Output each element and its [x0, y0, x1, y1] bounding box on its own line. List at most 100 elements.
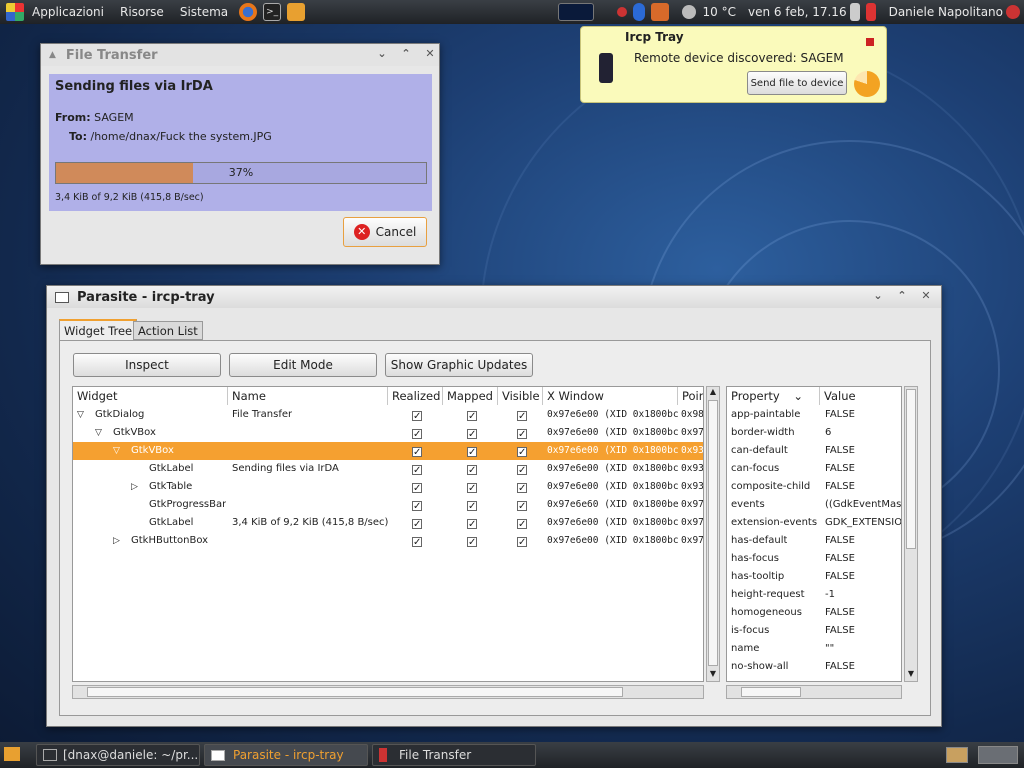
- close-icon[interactable]: ✕: [421, 47, 439, 63]
- table-row[interactable]: GtkLabel 3,4 KiB of 9,2 KiB (415,8 B/sec)…: [73, 514, 703, 534]
- expander-icon[interactable]: ▷: [113, 532, 120, 550]
- expander-icon[interactable]: ▽: [77, 406, 84, 424]
- irda-icon[interactable]: [616, 7, 627, 17]
- property-row[interactable]: border-width 6: [727, 424, 901, 442]
- edit-mode-button[interactable]: Edit Mode: [229, 353, 377, 377]
- property-row[interactable]: has-focus FALSE: [727, 550, 901, 568]
- widget-cell: GtkLabel: [149, 517, 194, 528]
- realized-checkbox[interactable]: [412, 536, 422, 554]
- maximize-icon[interactable]: ⌃: [893, 289, 911, 305]
- col-property[interactable]: Property ⌄: [727, 387, 820, 405]
- system-monitor-graph-icon[interactable]: [557, 3, 594, 21]
- property-row[interactable]: composite-child FALSE: [727, 478, 901, 496]
- scroll-thumb[interactable]: [708, 400, 718, 666]
- weather-icon[interactable]: [681, 5, 696, 19]
- expander-icon[interactable]: ▽: [113, 442, 120, 460]
- tab-widget-tree[interactable]: Widget Tree: [59, 319, 138, 340]
- mute-icon[interactable]: [865, 3, 876, 21]
- workspace-icon[interactable]: [946, 747, 968, 763]
- col-visible[interactable]: Visible: [498, 387, 543, 405]
- visible-checkbox[interactable]: [517, 536, 527, 554]
- taskbar-terminal[interactable]: [dnax@daniele: ~/pr...: [36, 744, 200, 766]
- property-row[interactable]: can-focus FALSE: [727, 460, 901, 478]
- col-widget[interactable]: Widget: [73, 387, 228, 405]
- close-icon[interactable]: [866, 38, 874, 46]
- expander-icon[interactable]: ▽: [95, 424, 102, 442]
- monitor-icon[interactable]: [287, 3, 306, 21]
- property-row[interactable]: events ((GdkEventMask: [727, 496, 901, 514]
- menu-applicazioni[interactable]: Applicazioni: [24, 5, 112, 19]
- tab-action-list[interactable]: Action List: [133, 321, 203, 340]
- table-row[interactable]: ▽ GtkVBox 0x97e6e00 (XID 0x1800bcd)0x97: [73, 424, 703, 444]
- property-key: name: [731, 643, 760, 654]
- mapped-checkbox[interactable]: [467, 536, 477, 554]
- minimize-icon[interactable]: ⌄: [869, 289, 887, 305]
- props-hscroll[interactable]: [726, 685, 902, 699]
- col-mapped[interactable]: Mapped: [443, 387, 498, 405]
- minimize-icon[interactable]: ⌄: [373, 47, 391, 63]
- property-row[interactable]: no-show-all FALSE: [727, 658, 901, 676]
- terminal-icon[interactable]: >_: [263, 3, 282, 21]
- tree-hscroll[interactable]: [72, 685, 704, 699]
- xwindow-cell: 0x97e6e00 (XID 0x1800bcd): [547, 535, 679, 546]
- property-row[interactable]: extension-events GDK_EXTENSION: [727, 514, 901, 532]
- parasite-titlebar[interactable]: Parasite - ircp-tray ⌄ ⌃ ✕: [47, 286, 941, 308]
- property-row[interactable]: name "": [727, 640, 901, 658]
- property-value: FALSE: [825, 553, 855, 564]
- volume-icon[interactable]: [849, 3, 860, 21]
- col-realized[interactable]: Realized: [388, 387, 443, 405]
- workspace-switcher[interactable]: [978, 746, 1018, 764]
- scroll-thumb[interactable]: [741, 687, 801, 697]
- property-row[interactable]: app-paintable FALSE: [727, 406, 901, 424]
- file-transfer-titlebar[interactable]: ▲ File Transfer ⌄ ⌃ ✕: [41, 44, 439, 66]
- window-arrow-icon: ▲: [49, 50, 56, 60]
- property-row[interactable]: is-focus FALSE: [727, 622, 901, 640]
- property-row[interactable]: height-request -1: [727, 586, 901, 604]
- menu-risorse[interactable]: Risorse: [112, 5, 172, 19]
- taskbar-file-transfer[interactable]: File Transfer: [372, 744, 536, 766]
- scroll-thumb[interactable]: [87, 687, 623, 697]
- firefox-icon[interactable]: [239, 3, 258, 21]
- expander-icon[interactable]: ▷: [131, 478, 138, 496]
- scroll-down-icon[interactable]: ▼: [905, 669, 917, 681]
- col-pointer[interactable]: Poin: [678, 387, 703, 405]
- col-name[interactable]: Name: [228, 387, 388, 405]
- table-row[interactable]: ▽ GtkDialog File Transfer 0x97e6e00 (XID 0x…: [73, 406, 703, 426]
- maximize-icon[interactable]: ⌃: [397, 47, 415, 63]
- show-desktop-icon[interactable]: [4, 747, 20, 761]
- network-icon[interactable]: [650, 3, 669, 21]
- table-row[interactable]: ▽ GtkVBox 0x97e6e00 (XID 0x1800bcd)0x93: [73, 442, 703, 462]
- table-row[interactable]: GtkLabel Sending files via IrDA 0x97e6e00 …: [73, 460, 703, 480]
- clock[interactable]: ven 6 feb, 17.16: [748, 5, 847, 19]
- gnome-menu-icon[interactable]: [6, 3, 24, 21]
- pointer-cell: 0x97: [681, 535, 704, 546]
- taskbar-parasite[interactable]: Parasite - ircp-tray: [204, 744, 368, 766]
- property-list: Property ⌄ Value app-paintable FALSE borde…: [726, 386, 902, 682]
- bluetooth-icon[interactable]: [632, 3, 645, 21]
- property-value: ((GdkEventMask: [825, 499, 901, 510]
- property-row[interactable]: homogeneous FALSE: [727, 604, 901, 622]
- property-row[interactable]: has-tooltip FALSE: [727, 568, 901, 586]
- property-row[interactable]: can-default FALSE: [727, 442, 901, 460]
- props-vscroll[interactable]: ▼: [904, 386, 918, 682]
- scroll-thumb[interactable]: [906, 389, 916, 549]
- close-icon[interactable]: ✕: [917, 289, 935, 305]
- table-row[interactable]: ▷ GtkTable 0x97e6e00 (XID 0x1800bcd)0x93: [73, 478, 703, 498]
- inspect-button[interactable]: Inspect: [73, 353, 221, 377]
- logout-icon[interactable]: [1006, 5, 1020, 19]
- menu-sistema[interactable]: Sistema: [172, 5, 236, 19]
- col-value[interactable]: Value: [820, 387, 901, 405]
- user-name[interactable]: Daniele Napolitano: [889, 5, 1003, 19]
- scroll-down-icon[interactable]: ▼: [707, 669, 719, 681]
- table-row[interactable]: ▷ GtkHButtonBox 0x97e6e00 (XID 0x1800bcd)0…: [73, 532, 704, 552]
- cancel-button[interactable]: ✕ Cancel: [343, 217, 427, 247]
- show-graphic-updates-button[interactable]: Show Graphic Updates: [385, 353, 533, 377]
- send-file-button[interactable]: Send file to device: [747, 71, 847, 95]
- property-row[interactable]: has-default FALSE: [727, 532, 901, 550]
- weather-temp[interactable]: 10 °C: [703, 5, 736, 19]
- table-row[interactable]: GtkProgressBar 0x97e6e60 (XID 0x1800beb)0…: [73, 496, 703, 516]
- tree-vscroll[interactable]: ▲ ▼: [706, 386, 720, 682]
- scroll-up-icon[interactable]: ▲: [707, 387, 719, 399]
- col-xwindow[interactable]: X Window: [543, 387, 678, 405]
- cancel-icon: ✕: [353, 224, 370, 240]
